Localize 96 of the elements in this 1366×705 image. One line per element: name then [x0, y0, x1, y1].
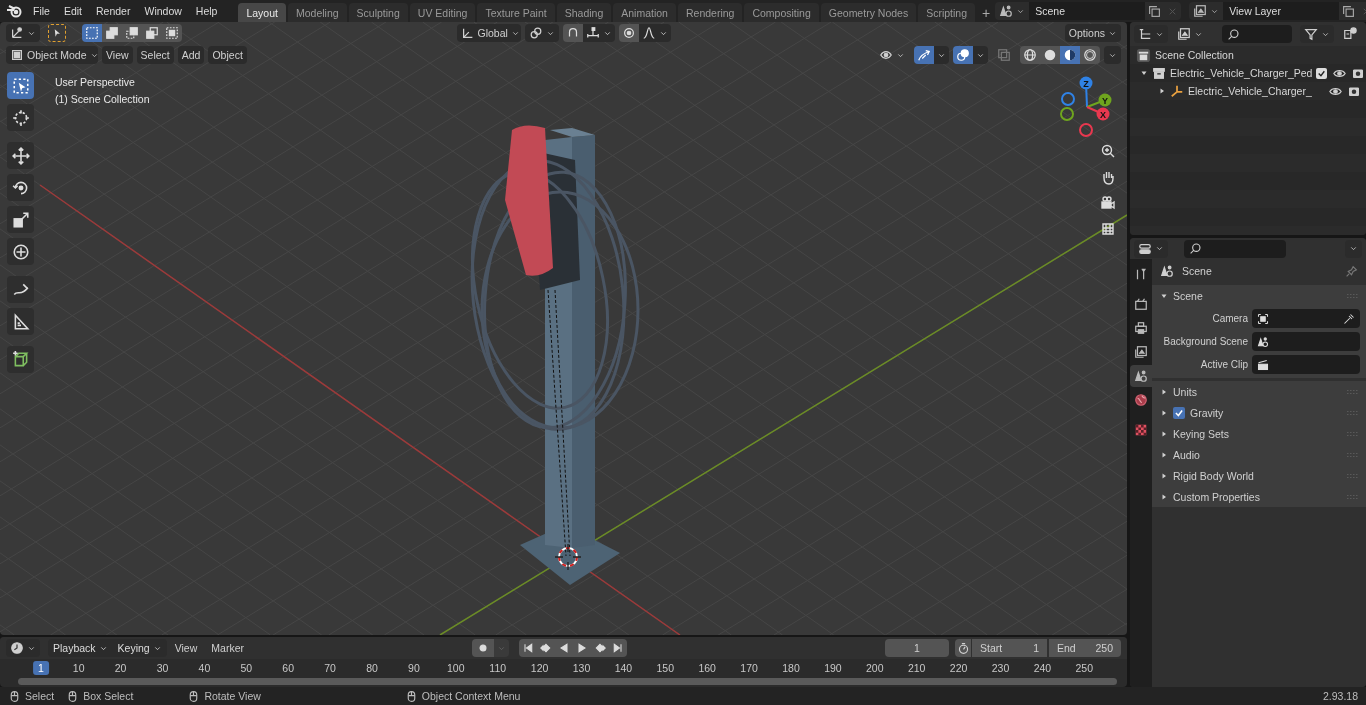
frame-number: 120: [529, 662, 550, 674]
outliner-item-label: Electric_Vehicle_Charger_Ped: [1170, 67, 1313, 79]
frame-number: 170: [739, 662, 759, 674]
frame-number: 220: [948, 662, 969, 674]
transform-orientation-dropdown[interactable]: Global: [456, 24, 521, 42]
panel-title: Audio: [1173, 448, 1200, 461]
panel-header[interactable]: Rigid Body World: [1152, 465, 1366, 486]
panel-header[interactable]: Scene: [1152, 285, 1366, 306]
frame-number: 80: [365, 662, 379, 674]
menu-item[interactable]: Help: [188, 1, 225, 21]
field-label: Active Clip: [1199, 359, 1248, 370]
workspace-tab[interactable]: Texture Paint: [477, 3, 555, 22]
status-hint: Box Select: [83, 690, 134, 702]
menu-item[interactable]: Window: [137, 1, 189, 21]
frame-number: 140: [613, 662, 634, 674]
header-menu[interactable]: Select: [136, 46, 174, 64]
version-text: 2.93.18: [1322, 690, 1358, 702]
header-menu[interactable]: View: [168, 639, 204, 657]
frame-number: 210: [906, 662, 927, 674]
end-frame-field[interactable]: End 250: [1049, 639, 1121, 657]
frame-number: 50: [239, 662, 254, 674]
workspace-tab[interactable]: UV Editing: [409, 3, 476, 22]
frame-number: 30: [155, 662, 170, 674]
workspace-tab[interactable]: Geometry Nodes: [820, 3, 917, 22]
frame-number: 180: [781, 662, 801, 674]
current-frame-marker[interactable]: 1: [33, 661, 49, 675]
panel-header[interactable]: Keying Sets: [1152, 423, 1366, 444]
panel-title: Rigid Body World: [1173, 469, 1254, 482]
workspace-tab[interactable]: Animation: [613, 3, 676, 22]
start-value: 1: [1033, 642, 1039, 654]
field-label: Camera: [1211, 313, 1248, 324]
header-menu[interactable]: Add: [177, 46, 205, 64]
outliner-row[interactable]: Electric_Vehicle_Charger_Ped: [1130, 64, 1366, 82]
menu-item[interactable]: Edit: [56, 1, 89, 21]
collection-text: (1) Scene Collection: [55, 93, 150, 105]
frame-number: 70: [323, 662, 337, 674]
panel-title: Units: [1173, 385, 1197, 398]
menu-item[interactable]: File: [26, 1, 57, 21]
end-label: End: [1057, 642, 1076, 654]
axis-handle[interactable]: Y: [1098, 93, 1112, 107]
frame-number: 130: [571, 662, 592, 674]
frame-number: 110: [488, 662, 508, 674]
view-layer-name-field[interactable]: View Layer: [1223, 2, 1340, 20]
workspace-tab[interactable]: Shading: [556, 3, 612, 22]
scene-name-field[interactable]: Scene: [1029, 2, 1146, 20]
workspace-tab[interactable]: Rendering: [677, 3, 743, 22]
mode-dropdown[interactable]: Object Mode: [6, 46, 98, 64]
frame-number: 240: [1032, 662, 1053, 674]
panel-header[interactable]: Custom Properties: [1152, 486, 1366, 507]
add-workspace-button[interactable]: +: [977, 3, 996, 22]
panel-title: Custom Properties: [1173, 490, 1260, 503]
panel-header[interactable]: Gravity: [1152, 402, 1366, 423]
panel-title: Gravity: [1190, 406, 1224, 419]
end-value: 250: [1095, 642, 1113, 654]
frame-number: 20: [113, 662, 128, 674]
workspace-tab[interactable]: Layout: [238, 3, 286, 22]
options-dropdown[interactable]: Options: [1064, 24, 1121, 42]
3d-viewport[interactable]: Global Options Object Mode View Select Add Object User Perspective (1) Scene Collection Z Y X: [0, 22, 1127, 635]
status-hint: Select: [25, 690, 55, 702]
workspace-tab[interactable]: Compositing: [744, 3, 819, 22]
frame-number: 10: [71, 662, 86, 674]
frame-number: 100: [446, 662, 466, 674]
current-frame-field[interactable]: 1: [885, 639, 949, 657]
start-label: Start: [980, 642, 1003, 654]
view-name-text: User Perspective: [55, 76, 135, 88]
field-label: Background Scene: [1162, 336, 1248, 347]
menu-item[interactable]: Render: [89, 1, 138, 21]
panel-header[interactable]: Audio: [1152, 444, 1366, 465]
outliner-item-label: Scene Collection: [1155, 49, 1234, 61]
frame-number: 40: [197, 662, 212, 674]
frame-number: 230: [990, 662, 1011, 674]
context-title: Scene: [1182, 265, 1212, 277]
status-hint: Rotate View: [204, 690, 261, 702]
workspace-tab[interactable]: Scripting: [918, 3, 975, 22]
header-menu[interactable]: View: [102, 46, 133, 64]
timeline-dropdown[interactable]: Keying: [112, 639, 167, 657]
header-menu[interactable]: Object: [208, 46, 247, 64]
frame-number: 250: [1074, 662, 1095, 674]
axis-handle[interactable]: Z: [1079, 76, 1093, 90]
frame-number: 200: [865, 662, 885, 674]
status-hint: Object Context Menu: [421, 690, 521, 702]
frame-number: 90: [407, 662, 421, 674]
start-frame-field[interactable]: Start 1: [972, 639, 1047, 657]
header-menu[interactable]: Marker: [205, 639, 250, 657]
panel-title: Scene: [1173, 289, 1203, 302]
frame-number: 160: [697, 662, 717, 674]
panel-title: Keying Sets: [1173, 427, 1230, 440]
frame-number: 190: [823, 662, 843, 674]
timeline-dropdown[interactable]: Playback: [48, 639, 113, 657]
workspace-tab[interactable]: Modeling: [287, 3, 347, 22]
frame-number: 150: [655, 662, 676, 674]
panel-header[interactable]: Units: [1152, 381, 1366, 402]
workspace-tab[interactable]: Sculpting: [348, 3, 408, 22]
axis-handle[interactable]: X: [1096, 107, 1110, 121]
frame-number: 60: [281, 662, 296, 674]
outliner-item-label: Electric_Vehicle_Charger_: [1188, 85, 1312, 97]
